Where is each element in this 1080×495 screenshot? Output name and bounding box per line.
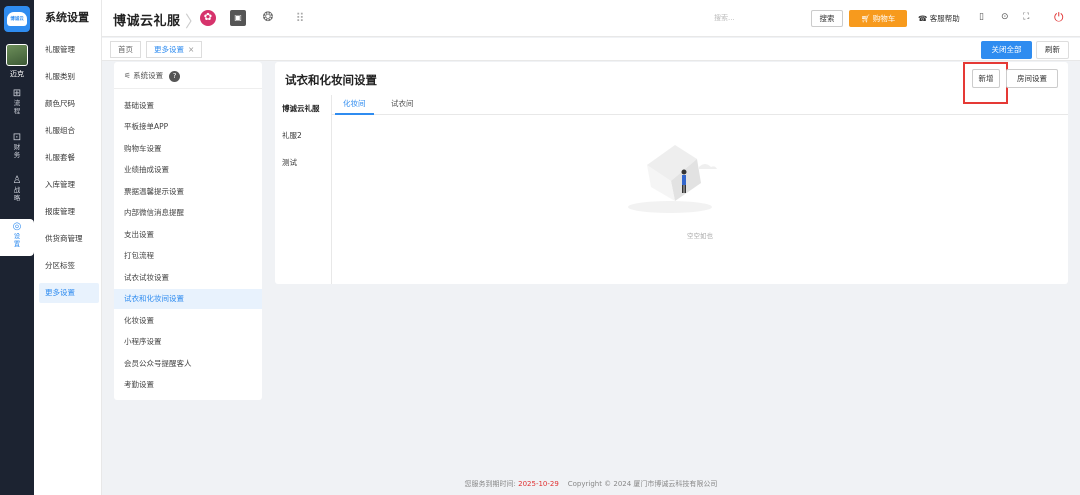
close-icon[interactable]: × <box>188 45 194 54</box>
page-title: 试衣和化妆间设置 <box>285 73 377 87</box>
sidebar-item[interactable]: 礼服套餐 <box>39 148 99 168</box>
room-settings-button[interactable]: 房间设置 <box>1006 69 1058 88</box>
category-item[interactable]: 博诚云礼服 <box>275 95 331 122</box>
strategy-icon: ♙ <box>12 175 22 186</box>
sidebar-item[interactable]: 礼服类别 <box>39 67 99 87</box>
empty-state-text: 空空如也 <box>687 232 713 240</box>
top-bar: 博诚云礼服 〉 ✿ ▣ ❂ ⠿ 搜索... 搜索 🛒︎ 购物车 ☎ 客服帮助 ▯… <box>102 0 1080 37</box>
logo-text: 博诚云 <box>7 12 27 26</box>
rail-label: 程 <box>13 107 21 115</box>
settings-item[interactable]: 打包流程 <box>114 246 262 266</box>
left-rail: 博诚云 迈克 ⊞ 流 程 ⊡ 财 务 ♙ 战 略 ◎ 设 置 <box>0 0 34 495</box>
chevron-right-icon: 〉 <box>185 12 202 31</box>
main-panel: 试衣和化妆间设置 新增 房间设置 博诚云礼服 礼服2 测试 化妆间 试衣间 空空… <box>275 62 1068 284</box>
wallet-icon: ⊡ <box>12 132 22 143</box>
settings-header: ⚟ 系统设置? <box>114 62 262 89</box>
settings-item[interactable]: 内部微信消息提醒 <box>114 203 262 223</box>
rail-item-finance[interactable]: ⊡ 财 务 <box>0 132 34 159</box>
settings-item[interactable]: 平板接单APP <box>114 117 262 137</box>
refresh-button[interactable]: 刷新 <box>1036 41 1069 59</box>
mobile-icon[interactable]: ▯ <box>979 12 984 22</box>
settings-item[interactable]: 支出设置 <box>114 225 262 245</box>
settings-item[interactable]: 业绩抽成设置 <box>114 160 262 180</box>
search-button[interactable]: 搜索 <box>811 10 843 27</box>
sidebar-item-more-settings[interactable]: 更多设置 <box>39 283 99 303</box>
settings-item-active[interactable]: 试衣和化妆间设置 <box>114 289 262 309</box>
settings-icon: ◎ <box>12 221 22 232</box>
settings-item[interactable]: 化妆设置 <box>114 311 262 331</box>
settings-item[interactable]: 票据温馨提示设置 <box>114 182 262 202</box>
sidebar-item[interactable]: 礼服管理 <box>39 40 99 60</box>
sidebar-item[interactable]: 礼服组合 <box>39 121 99 141</box>
tab-label: 更多设置 <box>154 45 184 54</box>
grid-icon: ⊞ <box>12 88 22 99</box>
copyright: Copyright © 2024 厦门市博诚云科技有限公司 <box>567 480 718 488</box>
add-button[interactable]: 新增 <box>972 69 1000 88</box>
tab-fitting-room[interactable]: 试衣间 <box>383 95 422 115</box>
tab-bar: 首页 更多设置 × 关闭全部 刷新 <box>102 38 1080 61</box>
secondary-sidebar: 系统设置 礼服管理 礼服类别 颜色尺码 礼服组合 礼服套餐 入库管理 报废管理 … <box>34 0 102 495</box>
cart-icon: 🛒︎ <box>860 14 873 23</box>
footer: 您服务到期时间: 2025-10-29 Copyright © 2024 厦门市… <box>102 479 1080 489</box>
tab-more-settings[interactable]: 更多设置 × <box>146 41 203 58</box>
sidebar-item[interactable]: 分区标签 <box>39 256 99 276</box>
settings-item[interactable]: 小程序设置 <box>114 332 262 352</box>
help-button[interactable]: ☎ 客服帮助 <box>918 13 960 24</box>
app-icon-swirl[interactable]: ❂ <box>260 10 276 26</box>
category-item[interactable]: 礼服2 <box>275 122 331 149</box>
help-icon[interactable]: ? <box>169 70 181 82</box>
app-icon-pink[interactable]: ✿ <box>200 10 216 26</box>
settings-item[interactable]: 基础设置 <box>114 96 262 116</box>
rail-label: 战 <box>13 186 21 194</box>
rail-label: 置 <box>13 240 21 248</box>
power-icon[interactable]: ⏻ <box>1054 10 1064 25</box>
avatar[interactable] <box>6 44 28 66</box>
settings-item[interactable]: 考勤设置 <box>114 375 262 395</box>
expiry-label: 您服务到期时间: <box>464 480 516 488</box>
apps-grid-icon[interactable]: ⠿ <box>292 10 308 26</box>
empty-state-illustration <box>628 145 717 213</box>
close-all-button[interactable]: 关闭全部 <box>981 41 1032 59</box>
sidebar-item[interactable]: 入库管理 <box>39 175 99 195</box>
rail-item-settings[interactable]: ◎ 设 置 <box>0 219 34 256</box>
rail-item-strategy[interactable]: ♙ 战 略 <box>0 175 34 202</box>
subtab-bar: 化妆间 试衣间 <box>332 95 1068 115</box>
settings-item[interactable]: 会员公众号提醒客人 <box>114 354 262 374</box>
sidebar-item[interactable]: 颜色尺码 <box>39 94 99 114</box>
tab-home[interactable]: 首页 <box>110 41 141 58</box>
rail-item-process[interactable]: ⊞ 流 程 <box>0 88 34 115</box>
app-logo[interactable]: 博诚云 <box>4 6 30 32</box>
settings-item[interactable]: 试衣试妆设置 <box>114 268 262 288</box>
help-label: 客服帮助 <box>929 14 960 23</box>
rail-label: 财 <box>13 143 21 151</box>
headset-icon: ☎ <box>918 14 930 23</box>
sidebar-item[interactable]: 供货商管理 <box>39 229 99 249</box>
settings-panel: ⚟ 系统设置? 基础设置 平板接单APP 购物车设置 业绩抽成设置 票据温馨提示… <box>114 62 262 400</box>
cart-label: 购物车 <box>872 14 896 23</box>
fullscreen-icon[interactable]: ⛶ <box>1023 12 1029 22</box>
tab-makeup-room[interactable]: 化妆间 <box>335 95 374 115</box>
category-list: 博诚云礼服 礼服2 测试 <box>275 95 332 284</box>
expiry-date: 2025-10-29 <box>518 480 559 488</box>
user-name: 迈克 <box>10 70 24 78</box>
cart-button[interactable]: 🛒︎ 购物车 <box>849 10 907 27</box>
category-item[interactable]: 测试 <box>275 149 331 176</box>
rail-label: 略 <box>13 194 21 202</box>
settings-item[interactable]: 购物车设置 <box>114 139 262 159</box>
rail-label: 流 <box>13 99 21 107</box>
settings-header-label: 系统设置 <box>133 71 164 80</box>
rail-label: 设 <box>13 232 21 240</box>
brand-title: 博诚云礼服 <box>113 14 181 29</box>
sidebar-title: 系统设置 <box>45 11 89 24</box>
sidebar-item[interactable]: 报废管理 <box>39 202 99 222</box>
rail-label: 务 <box>13 151 21 159</box>
record-icon[interactable]: ⊙ <box>1001 12 1009 22</box>
app-icon-book[interactable]: ▣ <box>230 10 246 26</box>
search-input[interactable]: 搜索... <box>714 13 735 23</box>
sliders-icon: ⚟ <box>124 71 134 80</box>
